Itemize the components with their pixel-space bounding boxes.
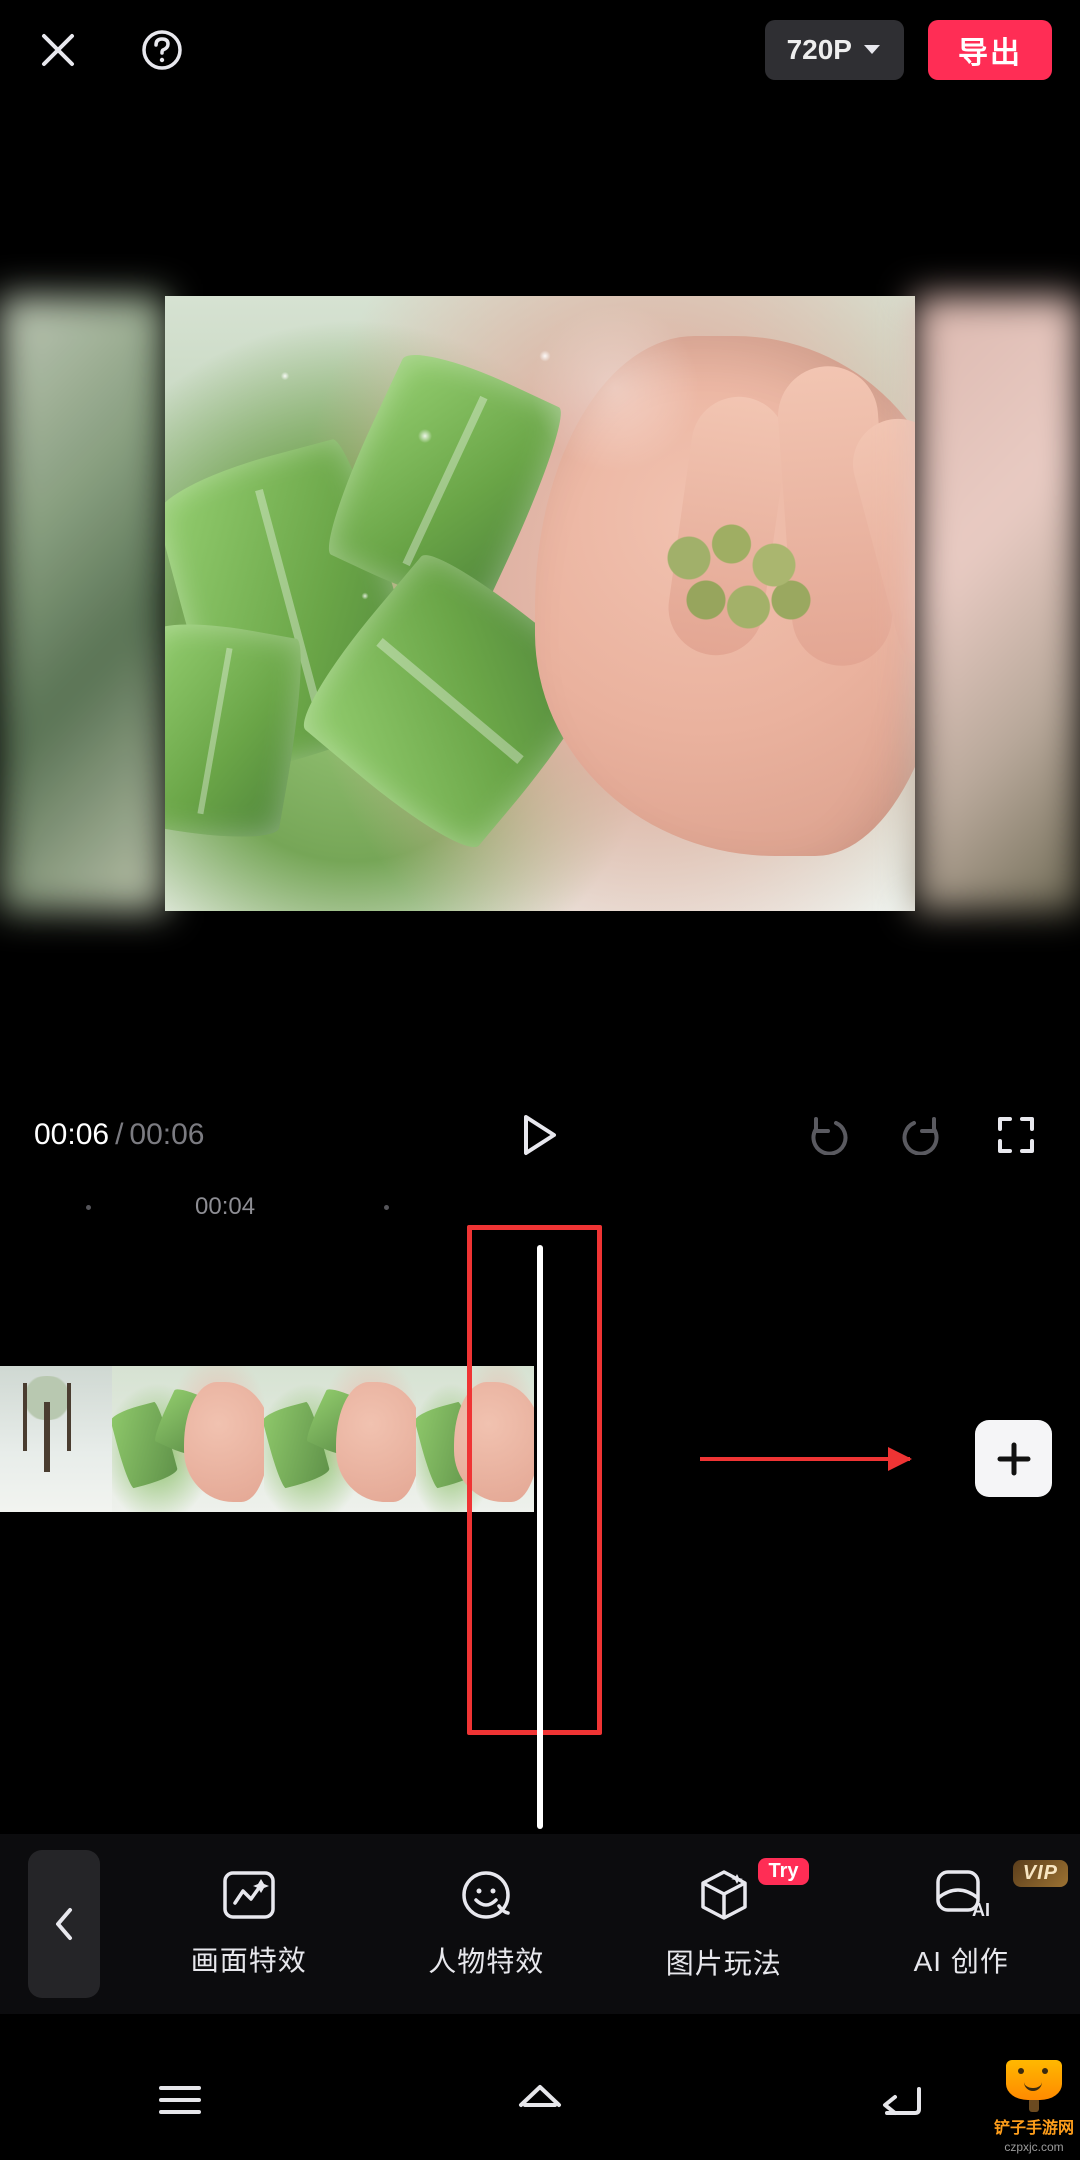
playhead-lower [537,1669,543,1829]
undo-button[interactable] [798,1105,858,1165]
playhead[interactable] [537,1245,543,1785]
total-time: 00:06 [129,1118,204,1152]
resolution-label: 720P [787,34,852,66]
nav-menu-button[interactable] [150,2070,210,2130]
effect-label: 图片玩法 [666,1942,782,1982]
effect-label: AI 创作 [914,1940,1009,1980]
home-icon [515,2081,565,2119]
fullscreen-icon [996,1115,1036,1155]
export-button[interactable]: 导出 [928,20,1052,80]
redo-icon [900,1115,944,1155]
menu-icon [159,2084,201,2116]
current-time: 00:06 [34,1118,109,1152]
plus-icon [994,1439,1034,1479]
fullscreen-button[interactable] [986,1105,1046,1165]
effects-back-button[interactable] [28,1850,100,1998]
export-label: 导出 [958,28,1022,72]
effect-label: 画面特效 [191,1939,307,1979]
undo-icon [806,1115,850,1155]
timeline[interactable] [0,1189,1080,1834]
vip-badge: VIP [1013,1860,1068,1887]
annotation-arrow [700,1457,910,1461]
top-bar: 720P 导出 [0,0,1080,100]
clip-track[interactable] [0,1366,534,1512]
try-badge: Try [758,1858,808,1885]
clip-thumbnail[interactable] [112,1366,264,1512]
image-play-icon [695,1866,753,1924]
resolution-selector[interactable]: 720P [765,20,904,80]
play-button[interactable] [510,1105,570,1165]
clip-thumbnail[interactable] [264,1366,416,1512]
nav-back-button[interactable] [870,2070,930,2130]
effect-tab-portrait-fx[interactable]: 人物特效 [368,1868,606,1980]
help-icon [140,28,184,72]
redo-button[interactable] [892,1105,952,1165]
help-button[interactable] [132,20,192,80]
clip-thumbnail[interactable] [0,1366,112,1512]
effect-tab-image-play[interactable]: Try 图片玩法 [605,1866,843,1982]
playback-controls: 00:06 / 00:06 [0,1095,1080,1175]
close-icon [38,30,78,70]
chevron-left-icon [53,1906,75,1942]
effects-toolbar: 画面特效 人物特效 Try 图片玩法 VIP [0,1834,1080,2014]
add-clip-button[interactable] [975,1420,1052,1497]
screen-fx-icon [221,1869,277,1921]
video-preview[interactable] [0,296,1080,911]
time-separator: / [115,1118,123,1152]
portrait-fx-icon [459,1868,513,1922]
close-button[interactable] [28,20,88,80]
play-icon [522,1114,558,1156]
effect-tab-screen-fx[interactable]: 画面特效 [130,1869,368,1979]
caret-down-icon [862,43,882,57]
nav-home-button[interactable] [510,2070,570,2130]
ai-create-icon: AI [932,1868,990,1922]
effect-label: 人物特效 [428,1940,544,1980]
system-nav-bar [0,2040,1080,2160]
preview-pillar-left [0,296,165,911]
clip-thumbnail[interactable] [416,1366,534,1512]
preview-frame [165,296,915,911]
preview-pillar-right [915,296,1080,911]
effect-tab-ai-create[interactable]: VIP AI AI 创作 [843,1868,1080,1980]
back-icon [877,2083,923,2117]
svg-text:AI: AI [972,1900,990,1920]
